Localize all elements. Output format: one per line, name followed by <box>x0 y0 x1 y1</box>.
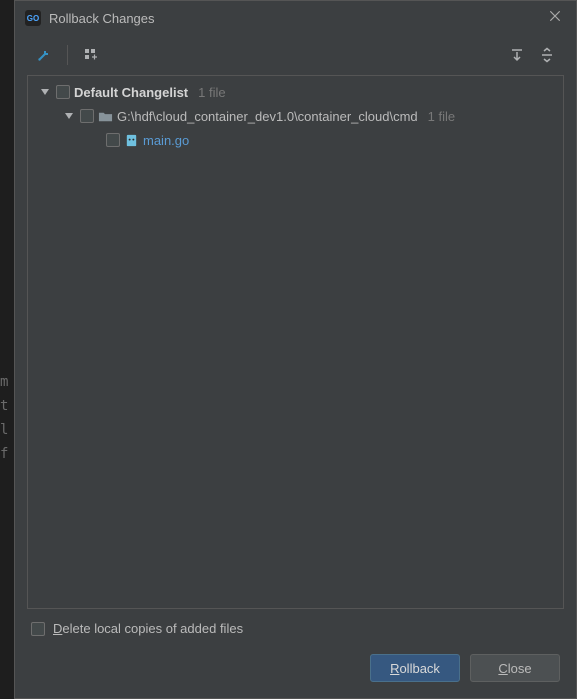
toolbar-separator <box>67 45 68 65</box>
folder-row[interactable]: G:\hdf\cloud_container_dev1.0\container_… <box>28 104 563 128</box>
changes-tree: Default Changelist 1 file G:\hdf\cloud_c… <box>27 75 564 609</box>
window-title: Rollback Changes <box>49 11 536 26</box>
rollback-button[interactable]: Rollback <box>370 654 460 682</box>
changelist-count: 1 file <box>198 85 225 100</box>
delete-local-option[interactable]: Delete local copies of added files <box>31 621 560 636</box>
titlebar: GO Rollback Changes <box>15 1 576 35</box>
expand-all-icon[interactable] <box>504 42 530 68</box>
toolbar <box>15 35 576 75</box>
button-row: Rollback Close <box>31 654 560 682</box>
file-checkbox[interactable] <box>106 133 120 147</box>
folder-count: 1 file <box>428 109 455 124</box>
rollback-dialog: GO Rollback Changes <box>14 0 577 699</box>
go-file-icon <box>124 133 139 148</box>
folder-icon <box>98 109 113 124</box>
app-icon: GO <box>25 10 41 26</box>
close-icon[interactable] <box>544 9 566 28</box>
delete-local-checkbox[interactable] <box>31 622 45 636</box>
changelist-row[interactable]: Default Changelist 1 file <box>28 80 563 104</box>
file-name: main.go <box>143 133 189 148</box>
changelist-label: Default Changelist <box>74 85 188 100</box>
group-by-icon[interactable] <box>78 42 104 68</box>
folder-path: G:\hdf\cloud_container_dev1.0\container_… <box>117 109 418 124</box>
dialog-footer: Delete local copies of added files Rollb… <box>15 609 576 698</box>
background-editor-text: mtlf <box>0 370 8 466</box>
expand-toggle-icon[interactable] <box>62 111 76 121</box>
close-button[interactable]: Close <box>470 654 560 682</box>
file-row[interactable]: main.go <box>28 128 563 152</box>
delete-local-label[interactable]: Delete local copies of added files <box>53 621 243 636</box>
changelist-checkbox[interactable] <box>56 85 70 99</box>
collapse-all-icon[interactable] <box>534 42 560 68</box>
expand-toggle-icon[interactable] <box>38 87 52 97</box>
folder-checkbox[interactable] <box>80 109 94 123</box>
diff-icon[interactable] <box>31 42 57 68</box>
